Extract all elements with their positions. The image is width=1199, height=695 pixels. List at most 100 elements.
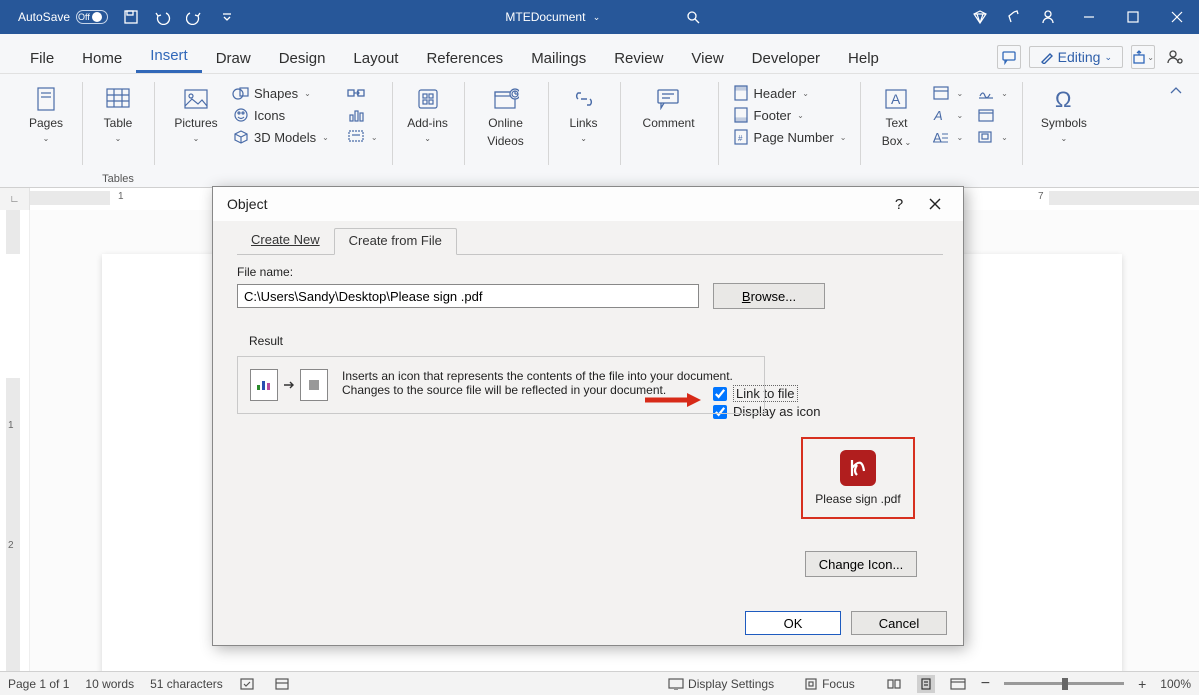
word-count[interactable]: 10 words	[85, 677, 134, 691]
dialog-help-button[interactable]: ?	[881, 190, 917, 218]
group-comments: Comment	[620, 78, 718, 187]
tab-insert[interactable]: Insert	[136, 39, 202, 73]
tab-help[interactable]: Help	[834, 42, 893, 73]
zoom-out-button[interactable]: −	[981, 675, 990, 693]
display-settings-button[interactable]: Display Settings	[668, 677, 774, 691]
tab-review[interactable]: Review	[600, 42, 677, 73]
header-button[interactable]: Header⌄	[728, 82, 851, 104]
table-button[interactable]: Table⌄	[92, 82, 144, 143]
chart-button[interactable]	[343, 104, 382, 126]
online-videos-button[interactable]: Online Videos	[474, 82, 538, 148]
3d-models-button[interactable]: 3D Models⌄	[228, 126, 333, 148]
autosave-switch[interactable]: Off	[76, 10, 108, 24]
ruler-corner: ∟	[0, 188, 30, 210]
cancel-button[interactable]: Cancel	[851, 611, 947, 635]
svg-text:#: #	[738, 134, 743, 143]
pages-button[interactable]: Pages⌄	[20, 82, 72, 143]
maximize-button[interactable]	[1111, 0, 1155, 34]
zoom-slider[interactable]	[1004, 682, 1124, 685]
tab-references[interactable]: References	[412, 42, 517, 73]
print-layout-icon[interactable]	[917, 675, 935, 693]
window-controls	[1067, 0, 1199, 34]
ribbon: Pages⌄ Table⌄ Tables Pictures⌄ Shapes⌄ I…	[0, 74, 1199, 188]
qat-dropdown-icon[interactable]	[218, 8, 236, 26]
tab-create-new[interactable]: Create New	[237, 228, 334, 255]
ribbon-collapse-icon[interactable]	[1169, 78, 1189, 187]
spelling-icon[interactable]	[239, 675, 257, 693]
smartart-button[interactable]	[343, 82, 382, 104]
browse-button[interactable]: Browse...	[713, 283, 825, 309]
person-icon[interactable]	[1039, 8, 1057, 26]
document-title: MTEDocument ⌄	[236, 8, 971, 26]
comment-button[interactable]: Comment	[630, 82, 708, 130]
result-diagram-icon	[250, 369, 328, 401]
accessibility-icon[interactable]	[273, 675, 291, 693]
signature-line-button[interactable]: ⌄	[973, 82, 1012, 104]
comments-button[interactable]	[997, 45, 1021, 69]
svg-text:Ω: Ω	[1055, 87, 1071, 111]
change-icon-button[interactable]: Change Icon...	[805, 551, 917, 577]
tab-design[interactable]: Design	[265, 42, 340, 73]
close-button[interactable]	[1155, 0, 1199, 34]
status-bar: Page 1 of 1 10 words 51 characters Displ…	[0, 671, 1199, 695]
file-name-field[interactable]	[237, 284, 699, 308]
read-mode-icon[interactable]	[885, 675, 903, 693]
result-box: Inserts an icon that represents the cont…	[237, 356, 765, 414]
ok-button[interactable]: OK	[745, 611, 841, 635]
text-box-button[interactable]: A Text Box⌄	[870, 82, 922, 187]
svg-text:A: A	[933, 108, 943, 122]
page-number-button[interactable]: #Page Number⌄	[728, 126, 851, 148]
group-links: Links⌄	[548, 78, 620, 187]
undo-icon[interactable]	[154, 8, 172, 26]
minimize-button[interactable]	[1067, 0, 1111, 34]
quick-parts-button[interactable]: ⌄	[928, 82, 967, 104]
screenshot-button[interactable]: ⌄	[343, 126, 382, 148]
tab-home[interactable]: Home	[68, 42, 136, 73]
touch-mode-icon[interactable]	[1005, 8, 1023, 26]
ribbon-tabs: File Home Insert Draw Design Layout Refe…	[0, 34, 1199, 74]
icon-caption: Please sign .pdf	[815, 492, 900, 506]
tab-mailings[interactable]: Mailings	[517, 42, 600, 73]
dialog-close-button[interactable]	[917, 190, 953, 218]
group-pages: Pages⌄	[10, 78, 82, 187]
wordart-button[interactable]: A⌄	[928, 104, 967, 126]
drop-cap-button[interactable]: A⌄	[928, 126, 967, 148]
icons-button[interactable]: Icons	[228, 104, 333, 126]
focus-button[interactable]: Focus	[804, 677, 855, 691]
web-layout-icon[interactable]	[949, 675, 967, 693]
editing-mode-button[interactable]: Editing ⌄	[1029, 46, 1123, 68]
drop-cap-icon: A	[932, 128, 950, 146]
tab-view[interactable]: View	[677, 42, 737, 73]
ruler-vertical: 1 2	[0, 210, 30, 671]
save-icon[interactable]	[122, 8, 140, 26]
char-count[interactable]: 51 characters	[150, 677, 223, 691]
share-button[interactable]: ⌄	[1131, 45, 1155, 69]
chart-icon	[347, 106, 365, 124]
quick-parts-icon	[932, 84, 950, 102]
redo-icon[interactable]	[186, 8, 204, 26]
zoom-in-button[interactable]: +	[1138, 676, 1146, 692]
file-name-label: File name:	[237, 265, 943, 279]
screenshot-icon	[347, 128, 365, 146]
group-text: A Text Box⌄ ⌄ A⌄ A⌄ ⌄ ⌄	[860, 78, 1021, 187]
account-icon[interactable]	[1163, 45, 1187, 69]
tab-create-from-file[interactable]: Create from File	[334, 228, 457, 255]
tab-draw[interactable]: Draw	[202, 42, 265, 73]
search-icon[interactable]	[684, 8, 702, 26]
dialog-buttons: OK Cancel	[745, 611, 947, 635]
object-button[interactable]: ⌄	[973, 126, 1012, 148]
links-button[interactable]: Links⌄	[558, 82, 610, 143]
tab-developer[interactable]: Developer	[738, 42, 834, 73]
tab-file[interactable]: File	[16, 42, 68, 73]
page-indicator[interactable]: Page 1 of 1	[8, 677, 69, 691]
footer-button[interactable]: Footer⌄	[728, 104, 851, 126]
zoom-level[interactable]: 100%	[1160, 677, 1191, 691]
shapes-button[interactable]: Shapes⌄	[228, 82, 333, 104]
addins-button[interactable]: Add-ins⌄	[402, 82, 454, 143]
tab-layout[interactable]: Layout	[339, 42, 412, 73]
date-time-button[interactable]	[973, 104, 1012, 126]
pictures-button[interactable]: Pictures⌄	[164, 82, 228, 187]
autosave-toggle[interactable]: AutoSave Off	[18, 10, 108, 24]
diamond-icon[interactable]	[971, 8, 989, 26]
symbols-button[interactable]: Ω Symbols⌄	[1032, 82, 1096, 143]
